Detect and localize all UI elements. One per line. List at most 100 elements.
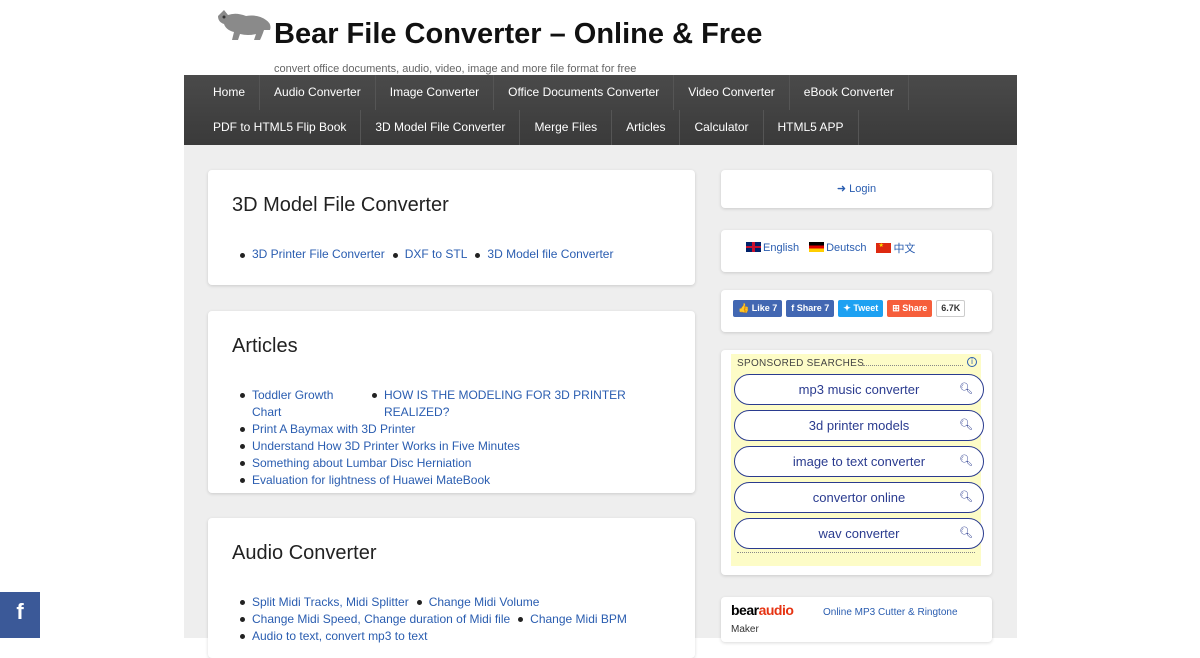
- share-count: 6.7K: [936, 300, 966, 317]
- sponsored-search-item[interactable]: wav converter 🔍︎: [734, 518, 984, 549]
- share-buttons: 👍 Like 7 f Share 7 ✦ Tweet ⊞ Share 6.7K: [721, 290, 992, 317]
- bearaudio-card: bearaudio Online MP3 Cutter & Ringtone M…: [721, 597, 992, 642]
- list-item: 3D Printer File Converter: [238, 247, 385, 261]
- main-content: 3D Model File Converter 3D Printer File …: [184, 145, 1017, 658]
- nav-articles[interactable]: Articles: [612, 110, 681, 145]
- list-row: Split Midi Tracks, Midi Splitter Change …: [238, 594, 633, 611]
- search-label: convertor online: [812, 490, 906, 505]
- nav-ebook-converter[interactable]: eBook Converter: [790, 75, 909, 110]
- search-label: 3d printer models: [808, 418, 910, 433]
- facebook-icon: f: [791, 303, 795, 313]
- german-flag-icon: [809, 242, 825, 252]
- china-flag-icon: [876, 243, 892, 253]
- list-item: DXF to STL: [391, 247, 468, 261]
- login-icon: ➜: [836, 183, 847, 195]
- site-title[interactable]: Bear File Converter – Online & Free: [274, 18, 762, 51]
- link-huawei-matebook[interactable]: Evaluation for lightness of Huawei MateB…: [252, 473, 490, 487]
- card-title: Articles: [232, 335, 298, 357]
- link-3d-printer-file-converter[interactable]: 3D Printer File Converter: [252, 247, 385, 261]
- sponsored-heading: SPONSORED SEARCHES: [737, 358, 865, 369]
- sponsored-searches: SPONSORED SEARCHES i mp3 music converter…: [731, 354, 984, 566]
- link-change-midi-bpm[interactable]: Change Midi BPM: [530, 612, 627, 626]
- link-3d-printer-works[interactable]: Understand How 3D Printer Works in Five …: [252, 439, 520, 453]
- lang-deutsch[interactable]: Deutsch: [809, 242, 866, 254]
- like-label: Like 7: [751, 303, 778, 313]
- card-title: Audio Converter: [232, 542, 377, 564]
- link-change-midi-volume[interactable]: Change Midi Volume: [429, 595, 540, 609]
- list-item: Change Midi Volume: [415, 594, 540, 611]
- search-icon: 🔍︎: [959, 455, 973, 467]
- nav-row-2: PDF to HTML5 Flip Book 3D Model File Con…: [199, 110, 859, 145]
- search-label: image to text converter: [792, 454, 926, 469]
- login-link[interactable]: ➜ Login: [721, 170, 992, 208]
- nav-image-converter[interactable]: Image Converter: [376, 75, 495, 110]
- link-lumbar-disc[interactable]: Something about Lumbar Disc Herniation: [252, 456, 471, 470]
- search-icon: 🔍︎: [959, 491, 973, 503]
- bearaudio-link[interactable]: Online MP3 Cutter & Ringtone: [823, 607, 958, 618]
- search-label: mp3 music converter: [798, 382, 920, 397]
- list-item: Change Midi BPM: [516, 611, 627, 628]
- floating-facebook-button[interactable]: f: [0, 592, 40, 638]
- lang-chinese[interactable]: 中文: [876, 240, 915, 256]
- lang-label: Deutsch: [826, 242, 867, 254]
- lang-english[interactable]: English: [746, 242, 799, 254]
- sponsored-search-item[interactable]: mp3 music converter 🔍︎: [734, 374, 984, 405]
- list-item: Toddler Growth Chart: [238, 387, 364, 421]
- list-item: HOW IS THE MODELING FOR 3D PRINTER REALI…: [370, 387, 689, 421]
- list-row: Change Midi Speed, Change duration of Mi…: [238, 611, 633, 628]
- share-label: Share: [902, 303, 928, 313]
- lang-label: English: [763, 242, 800, 254]
- sponsored-search-item[interactable]: 3d printer models 🔍︎: [734, 410, 984, 441]
- nav-calculator[interactable]: Calculator: [680, 110, 764, 145]
- link-audio-to-text[interactable]: Audio to text, convert mp3 to text: [252, 629, 427, 643]
- bear-logo-icon[interactable]: [214, 6, 274, 44]
- uk-flag-icon: [746, 242, 761, 252]
- lang-label: 中文: [893, 243, 916, 255]
- sponsored-search-item[interactable]: image to text converter 🔍︎: [734, 446, 984, 477]
- site-header: Bear File Converter – Online & Free conv…: [184, 0, 1017, 75]
- link-dxf-to-stl[interactable]: DXF to STL: [405, 247, 468, 261]
- nav-pdf-flip-book[interactable]: PDF to HTML5 Flip Book: [199, 110, 362, 145]
- language-card: English Deutsch 中文: [721, 230, 992, 272]
- nav-video-converter[interactable]: Video Converter: [674, 75, 790, 110]
- link-list: Toddler Growth Chart HOW IS THE MODELING…: [238, 387, 695, 489]
- link-list: Split Midi Tracks, Midi Splitter Change …: [238, 594, 633, 645]
- nav-merge-files[interactable]: Merge Files: [520, 110, 613, 145]
- share-button[interactable]: ⊞ Share: [887, 300, 933, 317]
- sponsored-search-item[interactable]: convertor online 🔍︎: [734, 482, 984, 513]
- list-row: Toddler Growth Chart HOW IS THE MODELING…: [238, 387, 695, 421]
- nav-office-documents-converter[interactable]: Office Documents Converter: [494, 75, 675, 110]
- list-item: Evaluation for lightness of Huawei MateB…: [238, 472, 689, 489]
- link-print-baymax[interactable]: Print A Baymax with 3D Printer: [252, 422, 415, 436]
- nav-html5-app[interactable]: HTML5 APP: [764, 110, 859, 145]
- tweet-button[interactable]: ✦ Tweet: [838, 300, 884, 317]
- link-3d-printer-modeling[interactable]: HOW IS THE MODELING FOR 3D PRINTER REALI…: [384, 388, 626, 419]
- facebook-share-button[interactable]: f Share 7: [786, 300, 835, 317]
- list-item: Audio to text, convert mp3 to text: [238, 628, 427, 645]
- tweet-label: Tweet: [853, 303, 879, 313]
- twitter-icon: ✦: [843, 303, 851, 313]
- login-label: Login: [849, 183, 877, 195]
- link-change-midi-speed[interactable]: Change Midi Speed, Change duration of Mi…: [252, 612, 510, 626]
- facebook-like-button[interactable]: 👍 Like 7: [733, 300, 783, 317]
- list-item: Something about Lumbar Disc Herniation: [238, 455, 689, 472]
- card-title: 3D Model File Converter: [232, 194, 449, 216]
- list-item: Understand How 3D Printer Works in Five …: [238, 438, 689, 455]
- site-tagline: convert office documents, audio, video, …: [274, 63, 637, 75]
- search-icon: 🔍︎: [959, 527, 973, 539]
- nav-home[interactable]: Home: [199, 75, 261, 110]
- nav-3d-model-converter[interactable]: 3D Model File Converter: [361, 110, 521, 145]
- card-3d-model-converter: 3D Model File Converter 3D Printer File …: [208, 170, 695, 285]
- bearaudio-maker: Maker: [731, 624, 759, 635]
- list-item: 3D Model file Converter: [473, 247, 613, 261]
- list-item: Split Midi Tracks, Midi Splitter: [238, 594, 409, 611]
- card-articles: Articles Toddler Growth Chart HOW IS THE…: [208, 311, 695, 493]
- list-item: Print A Baymax with 3D Printer: [238, 421, 689, 438]
- link-toddler-growth-chart[interactable]: Toddler Growth Chart: [252, 388, 333, 419]
- link-3d-model-file-converter[interactable]: 3D Model file Converter: [487, 247, 613, 261]
- list-row: Audio to text, convert mp3 to text: [238, 628, 633, 645]
- link-split-midi-tracks[interactable]: Split Midi Tracks, Midi Splitter: [252, 595, 409, 609]
- nav-audio-converter[interactable]: Audio Converter: [260, 75, 376, 110]
- info-icon[interactable]: i: [967, 357, 977, 367]
- share-plus-icon: ⊞: [892, 303, 900, 313]
